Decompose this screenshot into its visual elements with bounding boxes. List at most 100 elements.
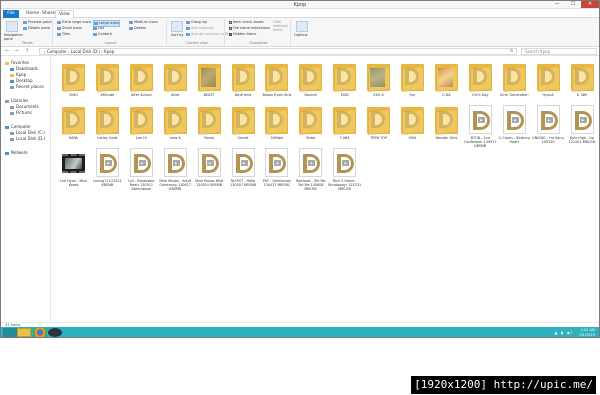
minimize-button[interactable]: — <box>549 1 565 8</box>
tab-view[interactable]: View <box>55 10 74 18</box>
folder-icon <box>299 62 323 93</box>
chrome-taskbar-icon[interactable] <box>33 328 47 337</box>
file-item[interactable]: ▶ Nine Muses - Adult Ceremony 130617 KBSM… <box>159 145 192 195</box>
folder-icon <box>502 62 526 93</box>
taskbar: ▲ ▮ ◀) 2:02 AM 3/1/2015 <box>1 327 599 337</box>
folder-icon <box>401 62 424 93</box>
nav-pictures[interactable]: Pictures <box>10 110 32 116</box>
item-name: T-ARA <box>339 136 350 140</box>
ribbon-group-options: Options <box>293 19 311 46</box>
folder-item[interactable]: VIXX <box>396 102 429 152</box>
folder-icon <box>163 105 187 136</box>
folder-icon <box>367 62 391 93</box>
navigation-pane-icon[interactable] <box>6 21 18 32</box>
nav-disk-d[interactable]: Local Disk (D:) <box>10 136 45 142</box>
navigation-pane: Favorites Downloads Kpop Desktop Recent … <box>1 56 51 322</box>
steam-taskbar-icon[interactable] <box>48 328 62 337</box>
media-badge-icon: ▶ <box>308 160 316 166</box>
navigation-pane-button[interactable]: Navigation pane <box>4 33 23 41</box>
file-item[interactable]: ▶ Lyn - Breakable Heart 130511 Sketchbook <box>125 145 158 195</box>
downloads-icon <box>10 67 14 71</box>
hidden-items-toggle[interactable]: Hidden items <box>229 32 256 37</box>
file-item[interactable]: ▶ C-Clown - Shaking Heart <box>498 102 531 152</box>
layout-tiles[interactable]: Tiles <box>57 32 70 37</box>
file-item[interactable]: ▶ Epik High - Up 121201 MBCGD <box>566 102 599 152</box>
nav-network-label: Network <box>11 150 28 155</box>
clock[interactable]: 2:02 AM 3/1/2015 <box>579 328 595 337</box>
file-item[interactable]: ▶ Nine Muses Wild 130510 KBSMB <box>193 145 226 195</box>
layout-medium[interactable]: Medium icons <box>129 20 158 25</box>
layout-small[interactable]: Small icons <box>57 26 82 31</box>
preview-pane-icon <box>23 20 27 24</box>
folder-front-shape <box>334 108 357 136</box>
video-file-icon: ▶ <box>299 148 323 177</box>
file-item[interactable]: ▶ Rich 2 Home - Rundaway! 121231 MBCGD <box>328 145 361 195</box>
maximize-button[interactable]: ☐ <box>565 1 581 8</box>
sort-by-icon[interactable] <box>171 21 183 32</box>
folder-front-shape <box>402 108 424 136</box>
desktop-screen: Kpop — ☐ ✕ File Home Share View Navigati… <box>0 0 600 338</box>
address-input[interactable]: › Computer › Local Disk (D:) › Kpop <box>39 48 517 55</box>
refresh-icon[interactable]: ↻ <box>510 48 513 53</box>
item-name: Ailee <box>170 93 180 97</box>
item-name: Loving U 121021 KBSMB <box>93 179 122 187</box>
folder-icon <box>265 105 289 136</box>
forward-button[interactable]: → <box>14 48 18 55</box>
item-name: Nine Muses Wild 130510 KBSMB <box>195 179 224 187</box>
file-explorer-taskbar-icon[interactable] <box>17 328 31 337</box>
ribbon-group-current-view: Sort by Group by Add columns Size all co… <box>169 19 229 46</box>
hide-selected-button[interactable]: Hide selected items <box>273 20 289 32</box>
add-columns-button[interactable]: Add columns <box>186 26 214 31</box>
nav-recent[interactable]: Recent places <box>10 84 44 90</box>
sort-by-button[interactable]: Sort by <box>171 33 184 38</box>
start-button[interactable] <box>3 328 17 337</box>
layout-list[interactable]: List <box>93 26 104 31</box>
nav-libraries-label: Libraries <box>11 98 29 103</box>
folder-icon <box>197 105 221 136</box>
system-tray-icons[interactable]: ▲ ▮ ◀) <box>555 330 573 335</box>
list-icon <box>93 26 97 30</box>
video-frame-image <box>65 158 82 169</box>
folder-item[interactable]: TEEN TOP <box>362 102 395 152</box>
tab-file[interactable]: File <box>3 10 19 18</box>
item-name: EXO-K <box>373 93 384 97</box>
item-name: Girl's Day <box>472 93 489 97</box>
folder-icon <box>163 62 187 93</box>
back-button[interactable]: ← <box>5 48 9 55</box>
up-button[interactable]: ↑ <box>25 48 29 55</box>
file-item[interactable]: ▶ UNIQUE - I'm Sorry 150220 <box>532 102 565 152</box>
folder-item[interactable]: Wonder Girls <box>430 102 463 152</box>
folder-icon <box>265 62 289 93</box>
search-input[interactable]: Search Kpop <box>521 48 597 55</box>
hidden-items-checkbox[interactable] <box>229 32 232 36</box>
preview-pane-button[interactable]: Preview pane <box>23 20 51 25</box>
file-item[interactable]: ▶ PSY - Gentleman 130427 MBCMC <box>260 145 293 195</box>
show-hide-group-label: Show/hide <box>249 41 268 45</box>
nav-network[interactable]: Network <box>5 150 28 156</box>
item-checkboxes-toggle[interactable]: Item check boxes <box>229 20 264 25</box>
details-pane-button[interactable]: Details pane <box>23 26 50 31</box>
layout-content[interactable]: Content <box>93 32 112 37</box>
group-by-button[interactable]: Group by <box>186 20 207 25</box>
options-icon[interactable] <box>296 21 308 32</box>
options-button[interactable]: Options <box>294 33 308 38</box>
folder-front-shape <box>266 108 289 136</box>
computer-icon <box>5 125 9 129</box>
folder-front-shape <box>198 65 221 93</box>
file-item[interactable]: ▶ BTOB - 2nd Confession 130917 KBSMB <box>464 102 497 152</box>
window-titlebar[interactable]: Kpop — ☐ ✕ <box>1 1 599 9</box>
item-checkboxes-checkbox[interactable] <box>229 20 232 24</box>
file-item[interactable]: ▶ Loving U 121021 KBSMB <box>91 145 124 195</box>
folder-icon <box>333 105 357 136</box>
layout-extra-large[interactable]: Extra large icons <box>57 20 91 25</box>
extensions-toggle[interactable]: File name extensions <box>229 26 270 31</box>
file-item[interactable]: ▶ Rainbow - Tell Me Tell Me 130808 MBCMC <box>294 145 327 195</box>
close-button[interactable]: ✕ <box>581 1 599 8</box>
size-columns-button[interactable]: Size all columns to fit <box>186 32 229 37</box>
file-item[interactable]: Lee Hyori - Miss Korea <box>57 145 90 195</box>
media-badge-icon: ▶ <box>240 160 248 166</box>
file-item[interactable]: ▶ NU'EST - Hello 130507 KBSMB <box>227 145 260 195</box>
extensions-checkbox[interactable] <box>229 26 232 30</box>
drive-icon <box>10 131 14 135</box>
layout-details[interactable]: Details <box>129 26 146 31</box>
